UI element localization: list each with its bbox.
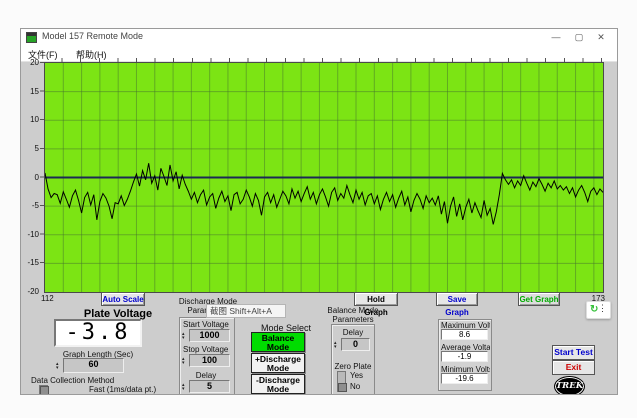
maximize-button[interactable]: ▢	[568, 29, 590, 45]
save-graph-button[interactable]: Save Graph	[436, 292, 478, 306]
plus-discharge-mode-button[interactable]: +Discharge Mode	[251, 353, 305, 373]
y-tick-label: -10	[21, 230, 39, 239]
plot-area	[45, 63, 603, 292]
window-title: Model 157 Remote Mode	[42, 31, 143, 41]
title-bar[interactable]: Model 157 Remote Mode — ▢ ✕	[21, 29, 617, 45]
maximum-volts-value: 8.6	[441, 329, 488, 340]
y-axis-labels: 20151050-5-10-15-20	[21, 62, 39, 291]
discharge-delay-spinner-arrows[interactable]: ▴▾	[182, 380, 189, 393]
y-tick-label: -20	[21, 287, 39, 296]
app-window: Model 157 Remote Mode — ▢ ✕ 文件(F) 帮助(H) …	[20, 28, 618, 395]
stop-voltage-label: Stop Voltage	[183, 345, 228, 354]
y-tick-label: 0	[21, 173, 39, 182]
balance-mode-button[interactable]: Balance Mode	[251, 332, 305, 352]
data-collection-method-label: Data Collection Method	[31, 376, 114, 385]
start-voltage-label: Start Voltage	[183, 320, 229, 329]
stop-voltage-input[interactable]: 100	[189, 354, 230, 367]
balance-delay-input[interactable]: 0	[341, 338, 370, 351]
start-voltage-input[interactable]: 1000	[189, 329, 230, 342]
graph-length-spinner-arrows[interactable]: ▴▾	[56, 358, 63, 373]
start-voltage-spinner-arrows[interactable]: ▴▾	[182, 329, 189, 342]
y-tick-label: 15	[21, 87, 39, 96]
screenshot-tooltip: 截图 Shift+Alt+A	[206, 304, 286, 318]
close-button[interactable]: ✕	[590, 29, 612, 45]
zero-plate-switch[interactable]	[337, 371, 346, 392]
balance-delay-label: Delay	[333, 328, 373, 337]
average-voltage-value: -1.9	[441, 351, 488, 362]
dcm-option-normal[interactable]: Normal (10ms/data pt.)	[89, 393, 171, 395]
discharge-delay-input[interactable]: 5	[189, 380, 230, 393]
app-icon	[26, 32, 37, 43]
data-collection-slider[interactable]	[39, 385, 48, 395]
screenshot-tool-popup[interactable]: ↻ ⋮	[586, 301, 611, 319]
plate-voltage-value: -3.8	[66, 320, 131, 345]
minus-discharge-mode-button[interactable]: -Discharge Mode	[251, 374, 305, 394]
more-options-icon[interactable]: ⋮	[598, 303, 607, 314]
balance-title-2: Parameters	[321, 315, 385, 324]
auto-scale-button[interactable]: Auto Scale	[101, 292, 145, 306]
start-test-button[interactable]: Start Test	[552, 345, 595, 360]
balance-title-1: Balance Mode	[321, 306, 385, 315]
y-tick-label: -15	[21, 258, 39, 267]
hold-graph-button[interactable]: Hold Graph	[354, 292, 398, 306]
plate-voltage-display: -3.8	[54, 319, 142, 347]
zero-plate-yes[interactable]: Yes	[350, 371, 363, 380]
voltage-graph[interactable]	[44, 62, 604, 293]
graph-length-input[interactable]: 60	[63, 358, 124, 373]
balance-delay-spinner-arrows[interactable]: ▴▾	[334, 338, 341, 351]
y-tick-label: 10	[21, 115, 39, 124]
y-tick-label: 20	[21, 58, 39, 67]
zero-plate-label: Zero Plate	[333, 362, 373, 371]
minimize-button[interactable]: —	[545, 29, 567, 45]
y-tick-label: 5	[21, 144, 39, 153]
stop-voltage-spinner-arrows[interactable]: ▴▾	[182, 354, 189, 367]
waveform-svg	[45, 63, 603, 292]
discharge-delay-label: Delay	[183, 371, 229, 380]
zero-plate-no[interactable]: No	[350, 382, 360, 391]
x-axis-min-label: 112	[41, 294, 54, 303]
minimum-volts-value: -19.6	[441, 373, 488, 384]
exit-button[interactable]: Exit	[552, 360, 595, 375]
trek-logo: TREK	[554, 376, 585, 395]
get-graph-button[interactable]: Get Graph	[518, 292, 560, 306]
y-tick-label: -5	[21, 201, 39, 210]
